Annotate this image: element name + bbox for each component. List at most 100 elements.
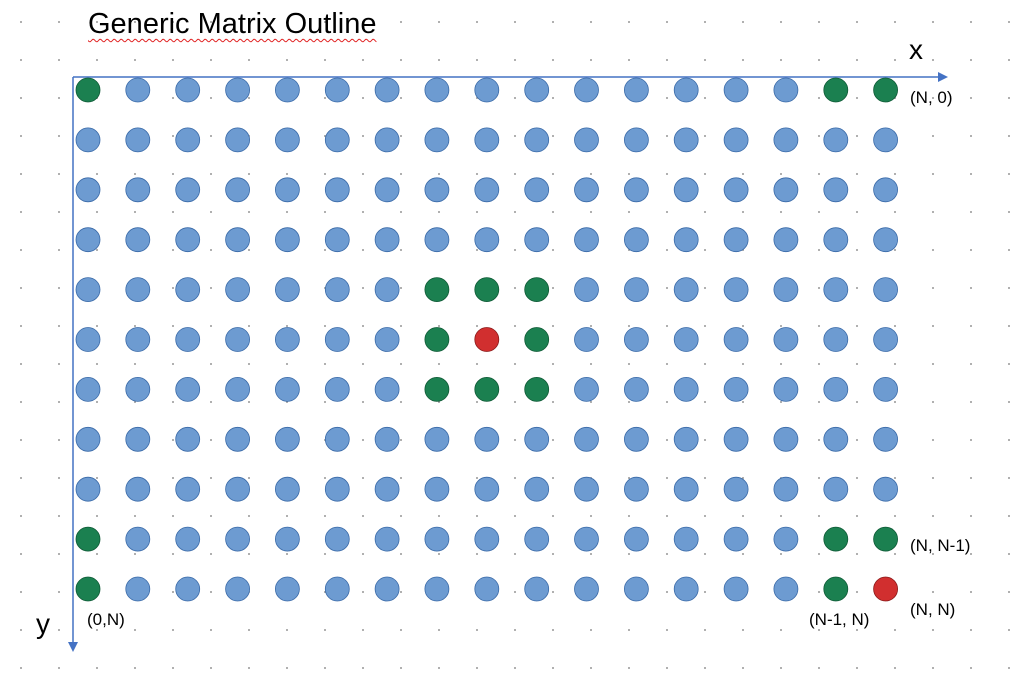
highlight-dot-16-0 (873, 77, 898, 103)
dot-11-10 (624, 576, 649, 602)
dot-5-5 (324, 327, 350, 352)
highlight-dot-7-4 (424, 277, 450, 303)
dot-15-2 (823, 177, 849, 203)
dot-16-7 (873, 426, 898, 452)
matrix-diagram (68, 72, 948, 652)
dot-1-5 (125, 327, 151, 352)
dot-8-10 (474, 576, 500, 602)
dot-4-1 (274, 127, 300, 153)
dot-2-5 (175, 327, 201, 352)
dot-5-1 (324, 127, 350, 153)
dot-4-0 (274, 77, 300, 103)
dot-10-5 (574, 327, 599, 352)
dot-5-2 (324, 177, 350, 203)
dot-2-1 (175, 127, 201, 153)
dot-7-1 (424, 127, 450, 153)
dot-1-4 (125, 277, 151, 303)
label-bottom-right: (N, N) (910, 600, 956, 619)
dot-14-8 (773, 476, 799, 502)
dot-6-6 (374, 376, 400, 402)
highlight-dot-9-5 (524, 327, 550, 352)
dot-6-3 (374, 227, 400, 253)
dot-7-9 (424, 526, 450, 552)
dot-0-5 (75, 327, 101, 352)
highlight-dot-15-10 (823, 576, 849, 602)
dot-3-5 (225, 327, 251, 352)
dot-11-8 (624, 476, 649, 502)
dot-4-2 (274, 177, 300, 203)
dot-2-6 (175, 376, 201, 402)
dot-16-5 (873, 327, 898, 352)
dot-10-9 (574, 526, 599, 552)
highlight-dot-9-6 (524, 376, 550, 402)
dot-13-5 (723, 327, 749, 352)
dot-5-9 (324, 526, 350, 552)
x-axis-label: x (909, 34, 923, 65)
dot-14-2 (773, 177, 799, 203)
dot-10-10 (574, 576, 599, 602)
dot-13-2 (723, 177, 749, 203)
dot-10-4 (574, 277, 599, 303)
dot-11-6 (624, 376, 649, 402)
highlight-dot-9-4 (524, 277, 550, 303)
dot-12-7 (673, 426, 699, 452)
dot-11-2 (624, 177, 649, 203)
dot-14-10 (773, 576, 799, 602)
dot-0-1 (75, 127, 101, 153)
dot-0-3 (75, 227, 101, 253)
dot-3-3 (225, 227, 251, 253)
highlight-dot-7-6 (424, 376, 450, 402)
dot-2-8 (175, 476, 201, 502)
dot-4-8 (274, 476, 300, 502)
dot-15-5 (823, 327, 849, 352)
dot-16-6 (873, 376, 898, 402)
dot-4-3 (274, 227, 300, 253)
highlight-dot-15-0 (823, 77, 849, 103)
dot-14-7 (773, 426, 799, 452)
dot-0-8 (75, 476, 101, 502)
dot-8-3 (474, 227, 500, 253)
dot-11-4 (624, 277, 649, 303)
dot-16-2 (873, 177, 898, 203)
dot-14-3 (773, 227, 799, 253)
dot-8-7 (474, 426, 500, 452)
dot-11-3 (624, 227, 649, 253)
label-top-right: (N, 0) (910, 88, 953, 107)
dot-0-6 (75, 376, 101, 402)
dot-1-0 (125, 77, 151, 103)
dot-5-6 (324, 376, 350, 402)
dot-15-1 (823, 127, 849, 153)
dot-4-4 (274, 277, 300, 303)
dot-2-3 (175, 227, 201, 253)
dot-16-1 (873, 127, 898, 153)
dot-4-10 (274, 576, 300, 602)
dot-16-4 (873, 277, 898, 303)
dot-15-8 (823, 476, 849, 502)
diagram-title: Generic Matrix Outline (88, 8, 377, 40)
dot-0-2 (75, 177, 101, 203)
dot-3-6 (225, 376, 251, 402)
dot-9-3 (524, 227, 550, 253)
dot-6-1 (374, 127, 400, 153)
dot-6-4 (374, 277, 400, 303)
dot-10-6 (574, 376, 599, 402)
label-bottom-left: (0,N) (87, 610, 125, 629)
dot-2-9 (175, 526, 201, 552)
dot-7-3 (424, 227, 450, 253)
dot-16-3 (873, 227, 898, 253)
dot-6-8 (374, 476, 400, 502)
dot-3-7 (225, 426, 251, 452)
dot-9-1 (524, 127, 550, 153)
dot-1-2 (125, 177, 151, 203)
dot-15-4 (823, 277, 849, 303)
dot-1-9 (125, 526, 151, 552)
label-right-second-last: (N, N-1) (910, 536, 971, 555)
dot-4-7 (274, 426, 300, 452)
dot-6-5 (374, 327, 400, 352)
dot-12-6 (673, 376, 699, 402)
dot-10-3 (574, 227, 599, 253)
dot-1-8 (125, 476, 151, 502)
dot-3-10 (225, 576, 251, 602)
dot-14-9 (773, 526, 799, 552)
dot-7-10 (424, 576, 450, 602)
